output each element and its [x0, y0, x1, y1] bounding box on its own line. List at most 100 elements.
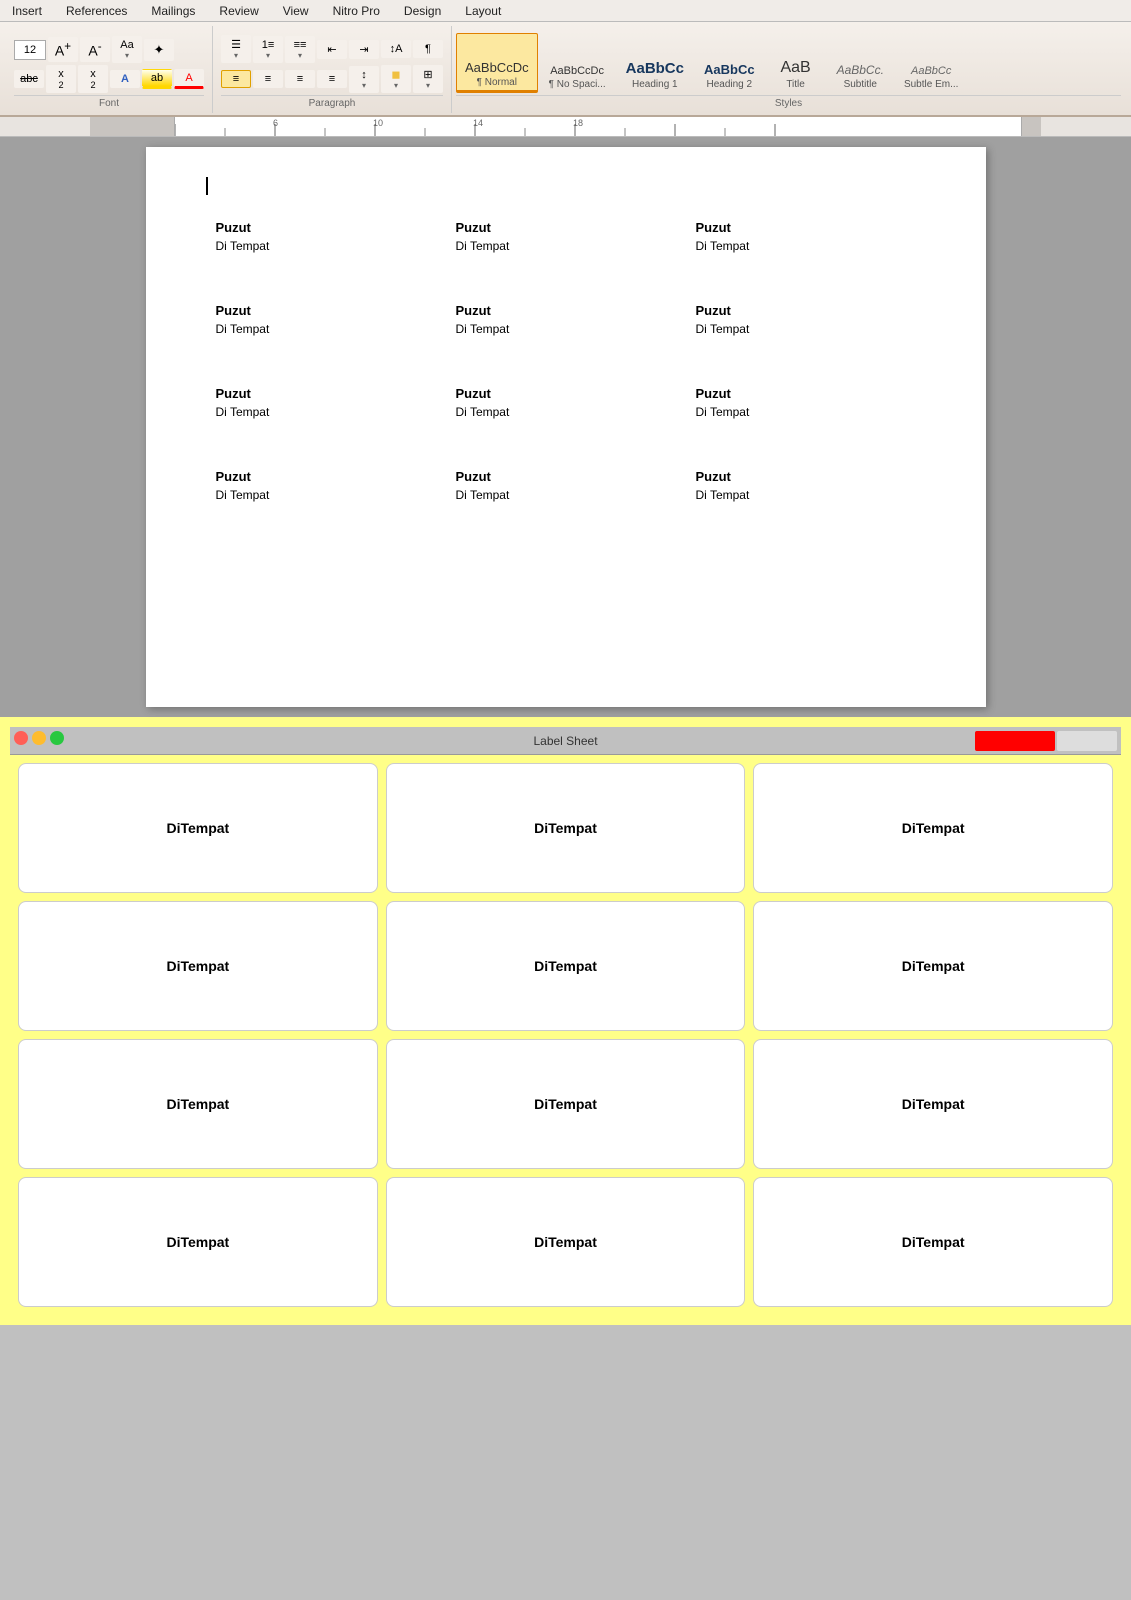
paragraph-group: ☰▾ 1≡▾ ≡≡▾ ⇤ ⇥ ↕A ¶ ≡ ≡ ≡ ≡ ↕▾ ◼▾ ⊞▾ Par… [213, 26, 452, 113]
styles-group: AaBbCcDc ¶ Normal AaBbCcDc ¶ No Spaci...… [452, 26, 1125, 113]
label-10-text: Di [166, 1234, 180, 1250]
superscript-button[interactable]: x2 [78, 65, 108, 93]
sort-button[interactable]: ↕A [381, 40, 411, 58]
align-justify-button[interactable]: ≡ [317, 70, 347, 88]
show-para-button[interactable]: ¶ [413, 40, 443, 58]
svg-text:6: 6 [273, 118, 278, 128]
style-nospace-label: ¶ No Spaci... [549, 79, 606, 90]
minimize-button[interactable] [32, 731, 46, 745]
menu-bar: Insert References Mailings Review View N… [0, 0, 1131, 22]
style-h1-label: Heading 1 [632, 79, 678, 90]
style-title[interactable]: AaB Title [766, 33, 826, 93]
label-cell-10: Di Tempat [18, 1177, 378, 1307]
maximize-button[interactable] [50, 731, 64, 745]
style-subtle-em[interactable]: AaBbCc Subtle Em... [895, 33, 967, 93]
cell-7-subtext: Di Tempat [216, 405, 416, 419]
cell-10-heading: Puzut [216, 469, 416, 484]
style-h1-preview: AaBbCc [626, 60, 684, 77]
cell-3-heading: Puzut [696, 220, 896, 235]
cell-11-subtext: Di Tempat [456, 488, 656, 502]
font-size-input[interactable] [14, 40, 46, 60]
cell-12-subtext: Di Tempat [696, 488, 896, 502]
numbering-button[interactable]: 1≡▾ [253, 36, 283, 63]
style-h2-label: Heading 2 [706, 79, 752, 90]
mini-btn-1[interactable] [975, 731, 1055, 751]
label-11-text: Di [534, 1234, 548, 1250]
clear-format-button[interactable]: ✦ [144, 39, 174, 61]
taskbar-mini [975, 731, 1117, 751]
menu-nitro-pro[interactable]: Nitro Pro [329, 2, 384, 20]
style-normal[interactable]: AaBbCcDc ¶ Normal [456, 33, 538, 93]
style-normal-preview: AaBbCcDc [465, 60, 529, 75]
label-8-text2: Tempat [548, 1096, 597, 1112]
label-2-text2: Tempat [548, 820, 597, 836]
svg-text:10: 10 [373, 118, 383, 128]
cell-10-subtext: Di Tempat [216, 488, 416, 502]
doc-cell-4: Puzut Di Tempat [206, 283, 446, 366]
cell-6-subtext: Di Tempat [696, 322, 896, 336]
style-no-spacing[interactable]: AaBbCcDc ¶ No Spaci... [540, 33, 615, 93]
window-title-text: Label Sheet [533, 734, 597, 748]
menu-mailings[interactable]: Mailings [147, 2, 199, 20]
align-left-button[interactable]: ≡ [221, 70, 251, 88]
style-subtitle[interactable]: AaBbCc. Subtitle [828, 33, 893, 93]
font-color-button[interactable]: A [174, 69, 204, 89]
label-cell-11: Di Tempat [386, 1177, 746, 1307]
grow-font-button[interactable]: A+ [48, 37, 78, 62]
mini-btn-2[interactable] [1057, 731, 1117, 751]
cell-6-heading: Puzut [696, 303, 896, 318]
list-row: ☰▾ 1≡▾ ≡≡▾ ⇤ ⇥ ↕A ¶ [221, 35, 443, 63]
menu-layout[interactable]: Layout [461, 2, 505, 20]
styles-row: AaBbCcDc ¶ Normal AaBbCcDc ¶ No Spaci...… [456, 33, 1121, 93]
cell-3-subtext: Di Tempat [696, 239, 896, 253]
font-group: A+ A- Aa▾ ✦ abc x2 x2 A ab A Font [6, 26, 213, 113]
change-case-button[interactable]: Aa▾ [112, 36, 142, 63]
shrink-font-button[interactable]: A- [80, 37, 110, 62]
bullets-button[interactable]: ☰▾ [221, 35, 251, 63]
align-right-button[interactable]: ≡ [285, 70, 315, 88]
cell-7-heading: Puzut [216, 386, 416, 401]
cell-4-subtext: Di Tempat [216, 322, 416, 336]
font-size-row: A+ A- Aa▾ ✦ [14, 36, 174, 63]
menu-review[interactable]: Review [215, 2, 262, 20]
cell-9-subtext: Di Tempat [696, 405, 896, 419]
menu-design[interactable]: Design [400, 2, 445, 20]
doc-cell-3: Puzut Di Tempat [686, 200, 926, 283]
style-normal-label: ¶ Normal [477, 77, 517, 88]
shading-button[interactable]: ◼▾ [381, 65, 411, 93]
svg-text:14: 14 [473, 118, 483, 128]
style-subtitle-label: Subtitle [844, 79, 877, 90]
style-nospace-preview: AaBbCcDc [550, 65, 604, 77]
label-cell-5: Di Tempat [386, 901, 746, 1031]
decrease-indent-button[interactable]: ⇤ [317, 40, 347, 59]
align-center-button[interactable]: ≡ [253, 70, 283, 88]
menu-insert[interactable]: Insert [8, 2, 46, 20]
label-7-text2: Tempat [180, 1096, 229, 1112]
label-grid: Di Tempat Di Tempat Di Tempat Di Tempat … [10, 755, 1121, 1315]
label-12-text2: Tempat [916, 1234, 965, 1250]
line-spacing-button[interactable]: ↕▾ [349, 66, 379, 93]
menu-references[interactable]: References [62, 2, 131, 20]
increase-indent-button[interactable]: ⇥ [349, 40, 379, 59]
label-9-text2: Tempat [916, 1096, 965, 1112]
align-row: ≡ ≡ ≡ ≡ ↕▾ ◼▾ ⊞▾ [221, 65, 443, 93]
style-heading1[interactable]: AaBbCc Heading 1 [617, 33, 693, 93]
styles-group-label: Styles [456, 95, 1121, 109]
doc-cell-5: Puzut Di Tempat [446, 283, 686, 366]
subscript-button[interactable]: x2 [46, 65, 76, 93]
label-cell-3: Di Tempat [753, 763, 1113, 893]
window-title-bar: Label Sheet [10, 727, 1121, 755]
multilevel-button[interactable]: ≡≡▾ [285, 36, 315, 63]
menu-view[interactable]: View [279, 2, 313, 20]
highlight-button[interactable]: ab [142, 69, 172, 89]
borders-button[interactable]: ⊞▾ [413, 65, 443, 93]
style-heading2[interactable]: AaBbCc Heading 2 [695, 33, 764, 93]
doc-cell-8: Puzut Di Tempat [446, 366, 686, 449]
close-button[interactable] [14, 731, 28, 745]
label-6-text: Di [902, 958, 916, 974]
doc-cell-2: Puzut Di Tempat [446, 200, 686, 283]
cell-1-subtext: Di Tempat [216, 239, 416, 253]
text-effects-button[interactable]: A [110, 70, 140, 88]
document-page[interactable]: Puzut Di Tempat Puzut Di Tempat Puzut Di… [146, 147, 986, 707]
strikethrough-button[interactable]: abc [14, 70, 44, 88]
